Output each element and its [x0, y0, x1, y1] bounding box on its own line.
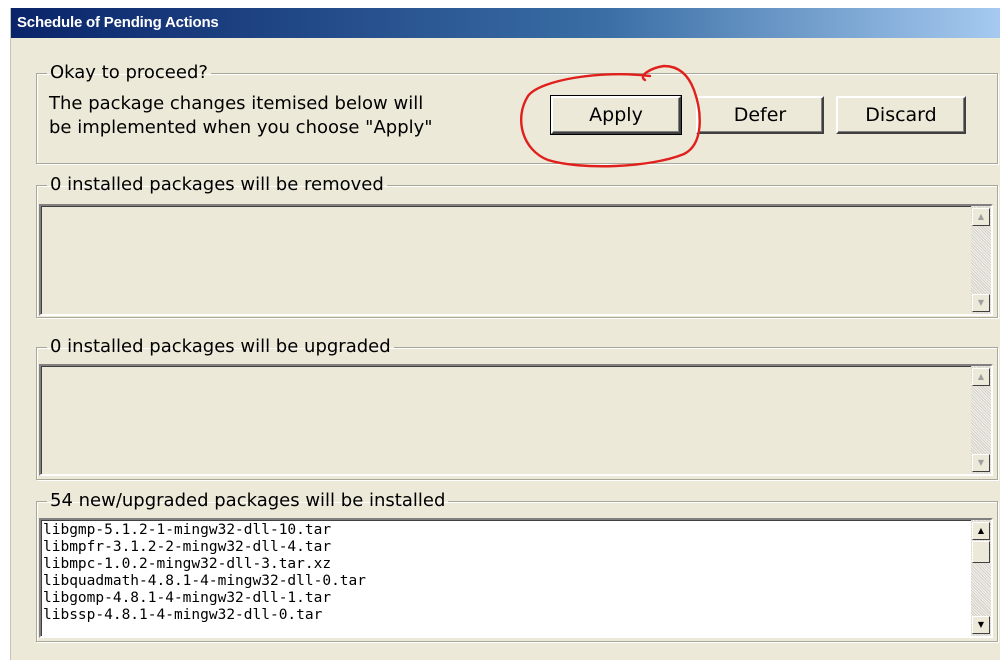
installed-scrollbar[interactable]: ▲ ▼ — [971, 520, 991, 636]
scrollbar-thumb[interactable] — [972, 541, 990, 563]
installed-package-list: libgmp-5.1.2-1-mingw32-dll-10.tar libmpf… — [43, 522, 969, 624]
installed-list[interactable]: libgmp-5.1.2-1-mingw32-dll-10.tar libmpf… — [39, 518, 993, 638]
list-item[interactable]: libssp-4.8.1-4-mingw32-dll-0.tar — [43, 607, 969, 624]
discard-button[interactable]: Discard — [836, 96, 966, 134]
list-item[interactable]: libquadmath-4.8.1-4-mingw32-dll-0.tar — [43, 573, 969, 590]
title-bar[interactable]: Schedule of Pending Actions — [11, 8, 1000, 38]
upgraded-scrollbar[interactable]: ▲ ▼ — [971, 366, 991, 474]
defer-button[interactable]: Defer — [696, 96, 824, 134]
removed-list[interactable]: ▲ ▼ — [39, 204, 993, 316]
dialog-window: Schedule of Pending Actions Okay to proc… — [10, 8, 1000, 660]
scroll-down-arrow-icon[interactable]: ▼ — [972, 294, 990, 312]
window-title: Schedule of Pending Actions — [17, 14, 219, 31]
list-item[interactable]: libmpc-1.0.2-mingw32-dll-3.tar.xz — [43, 556, 969, 573]
description-line-1: The package changes itemised below will — [49, 93, 424, 114]
scroll-down-arrow-icon[interactable]: ▼ — [972, 454, 990, 472]
description-line-2: be implemented when you choose "Apply" — [49, 117, 433, 138]
apply-button[interactable]: Apply — [550, 95, 682, 135]
scroll-up-arrow-icon[interactable]: ▲ — [972, 522, 990, 540]
removed-scrollbar[interactable]: ▲ ▼ — [971, 206, 991, 314]
upgraded-list[interactable]: ▲ ▼ — [39, 364, 993, 476]
proceed-description: The package changes itemised below will … — [49, 92, 529, 140]
installed-legend: 54 new/upgraded packages will be install… — [50, 490, 446, 511]
proceed-legend: Okay to proceed? — [50, 62, 208, 83]
scroll-up-arrow-icon[interactable]: ▲ — [972, 208, 990, 226]
list-item[interactable]: libgomp-4.8.1-4-mingw32-dll-1.tar — [43, 590, 969, 607]
removed-legend: 0 installed packages will be removed — [50, 174, 384, 195]
scroll-up-arrow-icon[interactable]: ▲ — [972, 368, 990, 386]
list-item[interactable]: libmpfr-3.1.2-2-mingw32-dll-4.tar — [43, 539, 969, 556]
scroll-down-arrow-icon[interactable]: ▼ — [972, 616, 990, 634]
list-item[interactable]: libgmp-5.1.2-1-mingw32-dll-10.tar — [43, 522, 969, 539]
upgraded-legend: 0 installed packages will be upgraded — [50, 336, 391, 357]
